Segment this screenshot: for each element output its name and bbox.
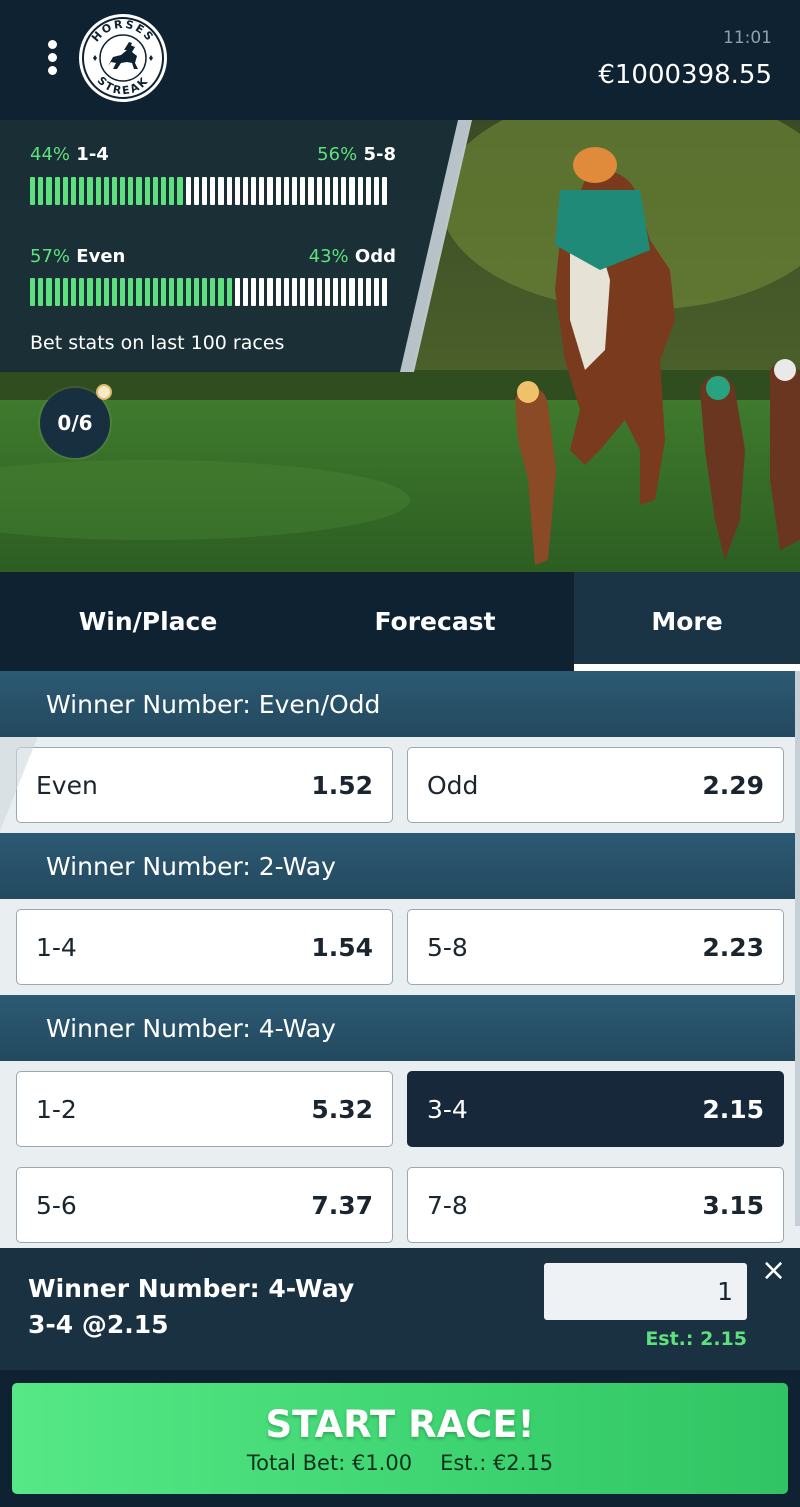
account-balance: €1000398.55 (598, 60, 772, 90)
total-bet-text: Total Bet: €1.00 (246, 1451, 413, 1475)
close-icon[interactable]: × (761, 1256, 786, 1286)
betslip-selection: 3-4 @2.15 (28, 1310, 169, 1339)
market-header-even-odd: Winner Number: Even/Odd (0, 671, 800, 737)
option-1-2[interactable]: 1-2 5.32 (16, 1071, 393, 1147)
start-race-button[interactable]: START RACE! Total Bet: €1.00 Est.: €2.15 (12, 1383, 788, 1494)
option-name: 7-8 (427, 1190, 468, 1220)
race-hero-image: 44% 1-4 56% 5-8 57% Even 43% Odd Bet sta… (0, 120, 800, 572)
option-name: 5-6 (36, 1190, 77, 1220)
option-odds: 2.29 (702, 770, 764, 800)
option-name: Odd (427, 770, 479, 800)
footer-bar: START RACE! Total Bet: €1.00 Est.: €2.15 (0, 1370, 800, 1507)
option-5-8[interactable]: 5-8 2.23 (407, 909, 784, 985)
market-row-even-odd: Even 1.52 Odd 2.29 (0, 737, 800, 833)
option-odds: 2.23 (702, 932, 764, 962)
option-name: 1-4 (36, 932, 77, 962)
option-odd[interactable]: Odd 2.29 (407, 747, 784, 823)
horses-streak-logo: HORSES STREAK (79, 14, 167, 102)
option-odds: 2.15 (702, 1094, 764, 1124)
counter-coin-icon (96, 384, 112, 400)
clock-time: 11:01 (723, 28, 772, 48)
betslip-market: Winner Number: 4-Way (28, 1274, 355, 1303)
option-1-4[interactable]: 1-4 1.54 (16, 909, 393, 985)
market-row-4-way-b: 5-6 7.37 7-8 3.15 (0, 1157, 800, 1248)
option-odds: 1.54 (311, 932, 373, 962)
start-race-summary: Total Bet: €1.00 Est.: €2.15 (12, 1451, 788, 1475)
option-even[interactable]: Even 1.52 (16, 747, 393, 823)
option-name: 1-2 (36, 1094, 77, 1124)
stats-panel-edge (400, 120, 472, 372)
stake-input[interactable] (544, 1263, 747, 1320)
tab-forecast[interactable]: Forecast (296, 572, 574, 671)
markets-scrollbar[interactable] (795, 671, 800, 1226)
markets-list: Winner Number: Even/Odd Even 1.52 Odd 2.… (0, 671, 800, 1248)
option-name: 5-8 (427, 932, 468, 962)
option-odds: 7.37 (311, 1190, 373, 1220)
option-odds: 5.32 (311, 1094, 373, 1124)
tab-more[interactable]: More (574, 572, 800, 671)
market-header-2-way: Winner Number: 2-Way (0, 833, 800, 899)
option-name: 3-4 (427, 1094, 468, 1124)
option-7-8[interactable]: 7-8 3.15 (407, 1167, 784, 1243)
bet-type-tabs: Win/Place Forecast More (0, 572, 800, 671)
market-row-2-way: 1-4 1.54 5-8 2.23 (0, 899, 800, 995)
tab-win-place[interactable]: Win/Place (0, 572, 296, 671)
option-odds: 3.15 (702, 1190, 764, 1220)
option-3-4-selected[interactable]: 3-4 2.15 (407, 1071, 784, 1147)
start-race-label: START RACE! (265, 1403, 535, 1446)
top-bar: HORSES STREAK 11:01 €1000398.55 (0, 0, 800, 120)
estimated-return-text: Est.: €2.15 (440, 1451, 554, 1475)
option-odds: 1.52 (311, 770, 373, 800)
market-row-4-way-a: 1-2 5.32 3-4 2.15 (0, 1061, 800, 1157)
option-5-6[interactable]: 5-6 7.37 (16, 1167, 393, 1243)
market-header-4-way: Winner Number: 4-Way (0, 995, 800, 1061)
more-menu-icon[interactable] (44, 40, 60, 80)
betslip-estimate: Est.: 2.15 (645, 1328, 747, 1350)
betslip-panel: Winner Number: 4-Way 3-4 @2.15 × Est.: 2… (0, 1248, 800, 1370)
